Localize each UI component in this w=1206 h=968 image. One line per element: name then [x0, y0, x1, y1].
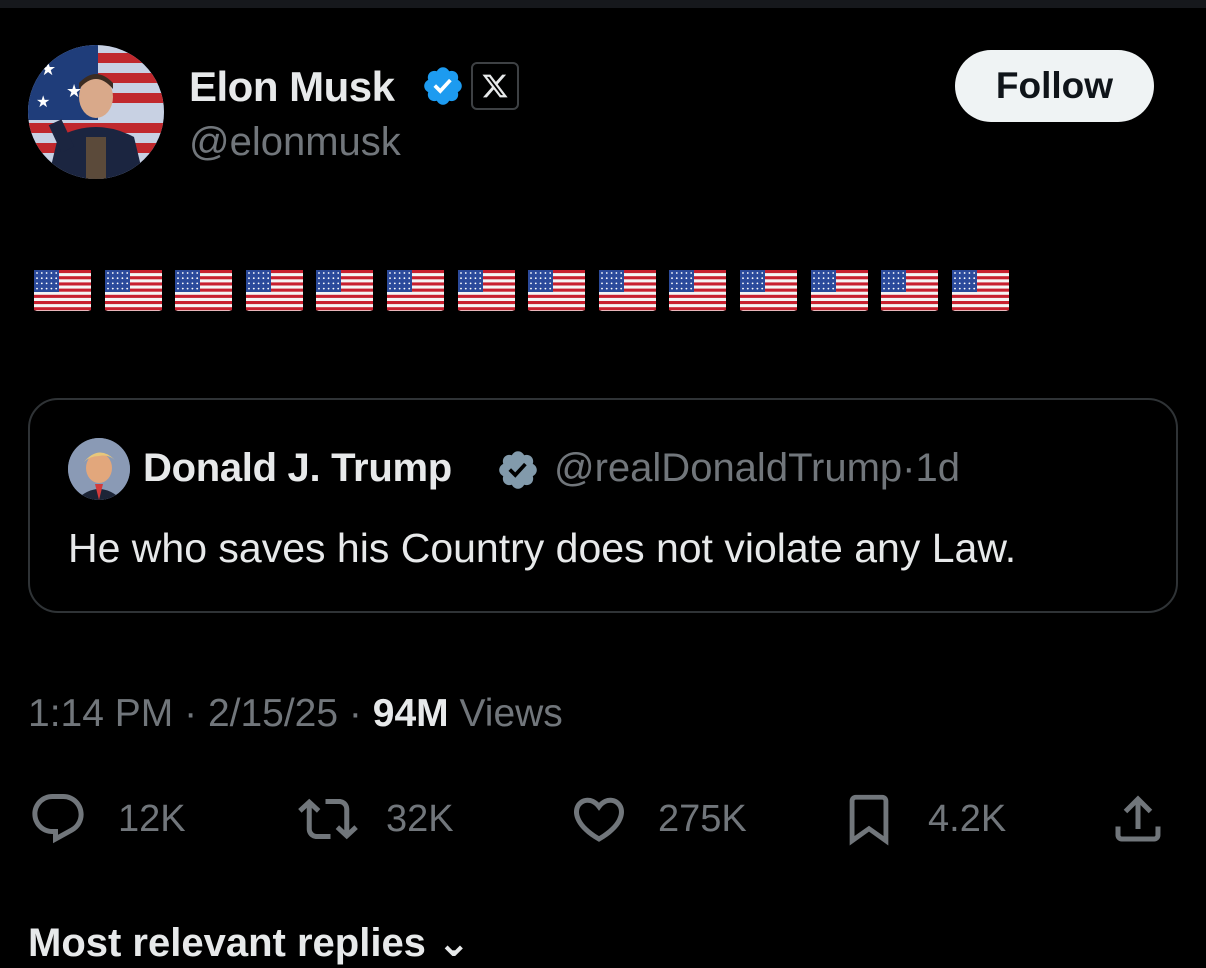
meta-separator: · [348, 692, 362, 735]
x-logo-icon [471, 62, 519, 110]
author-handle[interactable]: @elonmusk [189, 118, 401, 166]
us-flag-icon: 🇺🇸 [951, 270, 1009, 311]
us-flag-icon: 🇺🇸 [881, 270, 939, 311]
us-flag-icon: 🇺🇸 [810, 270, 868, 311]
share-icon [1115, 795, 1161, 842]
verified-badge-icon [499, 451, 537, 489]
quoted-tweet-text: He who saves his Country does not violat… [68, 525, 1017, 571]
us-flag-icon: 🇺🇸 [104, 270, 162, 311]
repost-icon [298, 798, 358, 840]
tweet-date[interactable]: 2/15/25 [208, 692, 338, 735]
us-flag-icon: 🇺🇸 [316, 270, 374, 311]
chevron-down-icon: ⌄ [425, 921, 471, 965]
repost-button[interactable]: 32K [296, 788, 454, 850]
us-flag-icon: 🇺🇸 [598, 270, 656, 311]
author-avatar[interactable]: ★ ★ ★ [28, 45, 164, 179]
svg-text:★: ★ [36, 94, 50, 111]
top-divider [0, 0, 1206, 8]
views-count: 94M [372, 692, 449, 735]
us-flag-icon: 🇺🇸 [457, 270, 515, 311]
meta-separator: · [184, 692, 198, 735]
follow-button[interactable]: Follow [955, 50, 1154, 122]
svg-text:★: ★ [40, 59, 56, 79]
tweet-time[interactable]: 1:14 PM [28, 692, 173, 735]
us-flag-icon: 🇺🇸 [245, 270, 303, 311]
heart-icon [573, 797, 625, 842]
author-name[interactable]: Elon Musk [189, 62, 395, 112]
reply-icon [32, 794, 84, 844]
us-flag-icon: 🇺🇸 [386, 270, 444, 311]
us-flag-icon: 🇺🇸 [34, 270, 91, 311]
bookmark-count: 4.2K [928, 797, 1007, 840]
us-flag-icon: 🇺🇸 [175, 270, 233, 311]
bookmark-button[interactable]: 4.2K [840, 788, 1006, 850]
bookmark-icon [849, 794, 889, 846]
us-flag-icon: 🇺🇸 [739, 270, 797, 311]
like-count: 275K [658, 797, 747, 840]
quoted-author-avatar[interactable] [68, 438, 130, 500]
reply-button[interactable]: 12K [28, 788, 186, 850]
us-flag-icon: 🇺🇸 [528, 270, 586, 311]
verified-badge-icon [424, 67, 462, 105]
replies-sort-header[interactable]: Most relevant replies ⌄ [28, 918, 471, 968]
like-button[interactable]: 275K [568, 788, 747, 850]
quoted-age: 1d [915, 446, 960, 490]
quoted-author-name[interactable]: Donald J. Trump [143, 443, 452, 493]
quoted-author-handle[interactable]: @realDonaldTrump [554, 446, 902, 490]
reply-count: 12K [118, 797, 186, 840]
quoted-tweet-card[interactable]: Donald J. Trump @realDonaldTrump·1d He w… [28, 398, 1178, 613]
us-flag-icon: 🇺🇸 [669, 270, 727, 311]
quoted-meta: @realDonaldTrump·1d [554, 443, 960, 493]
tweet-meta: 1:14 PM · 2/15/25 · 94M Views [28, 688, 563, 740]
repost-count: 32K [386, 797, 454, 840]
meta-separator: · [902, 446, 916, 490]
replies-sort-label: Most relevant replies [28, 921, 426, 965]
tweet-body: 🇺🇸 🇺🇸 🇺🇸 🇺🇸 🇺🇸 🇺🇸 🇺🇸 🇺🇸 🇺🇸 🇺🇸 🇺🇸 🇺🇸 🇺🇸 🇺🇸 [34, 270, 1022, 312]
share-button[interactable] [1108, 788, 1168, 850]
views-label: Views [459, 692, 563, 735]
